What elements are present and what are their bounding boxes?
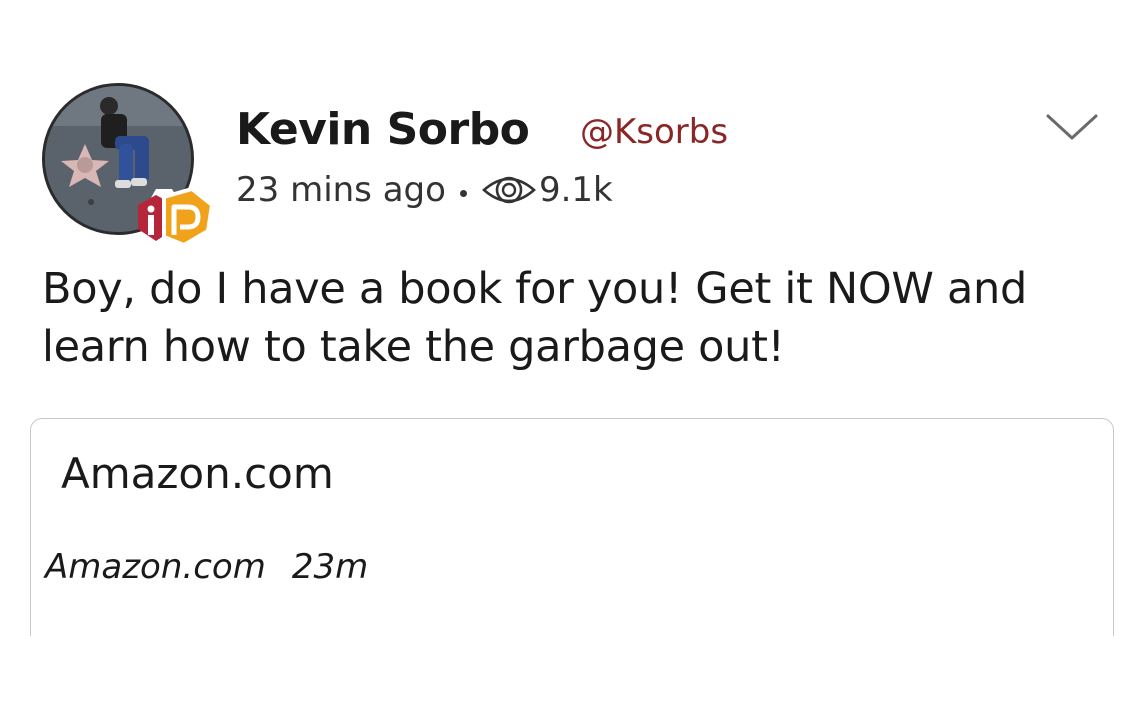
author-name[interactable]: Kevin Sorbo bbox=[236, 104, 530, 155]
link-age: 23m bbox=[291, 547, 369, 587]
post-time: 23 mins ago bbox=[236, 170, 446, 210]
link-preview-card[interactable]: Amazon.com Amazon.com 23m bbox=[30, 418, 1114, 658]
post-meta: 23 mins ago 9.1k bbox=[236, 170, 613, 210]
link-meta: Amazon.com 23m bbox=[45, 547, 368, 587]
author-handle[interactable]: @Ksorbs bbox=[580, 112, 728, 152]
bottom-cutoff bbox=[0, 636, 1124, 707]
link-domain: Amazon.com bbox=[45, 547, 266, 587]
view-count: 9.1k bbox=[538, 170, 613, 210]
avatar-container[interactable] bbox=[42, 83, 215, 248]
post-text: Boy, do I have a book for you! Get it NO… bbox=[42, 264, 1027, 372]
post: Kevin Sorbo @Ksorbs 23 mins ago 9.1k Boy… bbox=[0, 0, 1124, 707]
parler-badge-icon bbox=[134, 185, 216, 251]
eye-icon bbox=[481, 172, 537, 208]
link-title[interactable]: Amazon.com bbox=[61, 449, 334, 498]
separator-dot bbox=[459, 189, 467, 197]
chevron-down-icon[interactable] bbox=[1044, 112, 1100, 142]
